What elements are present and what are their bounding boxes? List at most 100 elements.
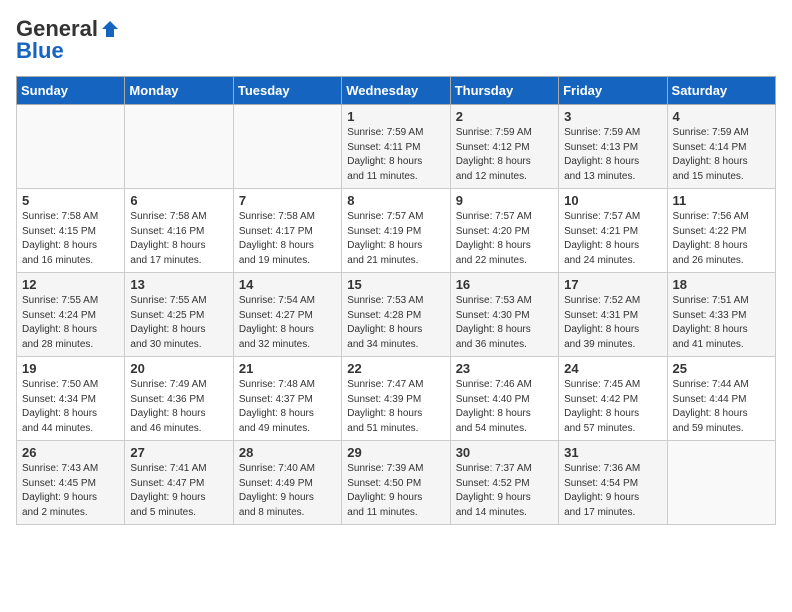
calendar-cell: 4 Sunrise: 7:59 AM Sunset: 4:14 PM Daylig… — [667, 105, 775, 189]
calendar-cell: 22 Sunrise: 7:47 AM Sunset: 4:39 PM Dayli… — [342, 357, 450, 441]
day-number: 17 — [564, 277, 661, 292]
calendar-cell: 16 Sunrise: 7:53 AM Sunset: 4:30 PM Dayli… — [450, 273, 558, 357]
day-info: Sunrise: 7:55 AM Sunset: 4:24 PM Dayligh… — [22, 294, 119, 352]
day-number: 5 — [22, 193, 119, 208]
calendar-cell: 19 Sunrise: 7:50 AM Sunset: 4:34 PM Dayli… — [17, 357, 125, 441]
calendar-cell: 2 Sunrise: 7:59 AM Sunset: 4:12 PM Daylig… — [450, 105, 558, 189]
calendar-cell: 20Sunrise: 7:49 AM Sunset: 4:36 PM Dayli… — [125, 357, 233, 441]
calendar-cell: 27 Sunrise: 7:41 AM Sunset: 4:47 PM Dayli… — [125, 441, 233, 525]
day-number: 19 — [22, 361, 119, 376]
day-number: 18 — [673, 277, 770, 292]
day-number: 29 — [347, 445, 444, 460]
calendar-cell: 11 Sunrise: 7:56 AM Sunset: 4:22 PM Dayli… — [667, 189, 775, 273]
day-info: Sunrise: 7:58 AM Sunset: 4:16 PM Dayligh… — [130, 210, 227, 268]
weekday-header-wednesday: Wednesday — [342, 77, 450, 105]
calendar-cell: 9Sunrise: 7:57 AM Sunset: 4:20 PM Daylig… — [450, 189, 558, 273]
weekday-header-thursday: Thursday — [450, 77, 558, 105]
day-info: Sunrise: 7:57 AM Sunset: 4:21 PM Dayligh… — [564, 210, 661, 268]
calendar-cell — [17, 105, 125, 189]
weekday-header-sunday: Sunday — [17, 77, 125, 105]
logo-blue-text: Blue — [16, 38, 64, 64]
day-info: Sunrise: 7:53 AM Sunset: 4:30 PM Dayligh… — [456, 294, 553, 352]
day-info: Sunrise: 7:43 AM Sunset: 4:45 PM Dayligh… — [22, 462, 119, 520]
day-info: Sunrise: 7:59 AM Sunset: 4:14 PM Dayligh… — [673, 126, 770, 184]
calendar-cell: 25 Sunrise: 7:44 AM Sunset: 4:44 PM Dayli… — [667, 357, 775, 441]
calendar-cell: 23 Sunrise: 7:46 AM Sunset: 4:40 PM Dayli… — [450, 357, 558, 441]
day-info: Sunrise: 7:50 AM Sunset: 4:34 PM Dayligh… — [22, 378, 119, 436]
day-number: 10 — [564, 193, 661, 208]
day-info: Sunrise: 7:45 AM Sunset: 4:42 PM Dayligh… — [564, 378, 661, 436]
day-number: 3 — [564, 109, 661, 124]
day-number: 14 — [239, 277, 336, 292]
day-number: 13 — [130, 277, 227, 292]
day-info: Sunrise: 7:55 AM Sunset: 4:25 PM Dayligh… — [130, 294, 227, 352]
day-number: 6 — [130, 193, 227, 208]
day-info: Sunrise: 7:58 AM Sunset: 4:17 PM Dayligh… — [239, 210, 336, 268]
calendar-cell: 30 Sunrise: 7:37 AM Sunset: 4:52 PM Dayli… — [450, 441, 558, 525]
day-number: 15 — [347, 277, 444, 292]
day-info: Sunrise: 7:41 AM Sunset: 4:47 PM Dayligh… — [130, 462, 227, 520]
calendar-cell: 1 Sunrise: 7:59 AM Sunset: 4:11 PM Daylig… — [342, 105, 450, 189]
calendar-cell: 17 Sunrise: 7:52 AM Sunset: 4:31 PM Dayli… — [559, 273, 667, 357]
day-info: Sunrise: 7:59 AM Sunset: 4:12 PM Dayligh… — [456, 126, 553, 184]
calendar-cell: 26 Sunrise: 7:43 AM Sunset: 4:45 PM Dayli… — [17, 441, 125, 525]
week-row-4: 19 Sunrise: 7:50 AM Sunset: 4:34 PM Dayli… — [17, 357, 776, 441]
day-number: 27 — [130, 445, 227, 460]
header: General Blue — [16, 16, 776, 64]
day-number: 7 — [239, 193, 336, 208]
week-row-2: 5 Sunrise: 7:58 AM Sunset: 4:15 PM Daylig… — [17, 189, 776, 273]
day-number: 30 — [456, 445, 553, 460]
calendar-cell — [233, 105, 341, 189]
day-info: Sunrise: 7:44 AM Sunset: 4:44 PM Dayligh… — [673, 378, 770, 436]
day-number: 31 — [564, 445, 661, 460]
calendar-cell: 10 Sunrise: 7:57 AM Sunset: 4:21 PM Dayli… — [559, 189, 667, 273]
day-number: 26 — [22, 445, 119, 460]
calendar-cell: 3 Sunrise: 7:59 AM Sunset: 4:13 PM Daylig… — [559, 105, 667, 189]
day-number: 16 — [456, 277, 553, 292]
calendar-cell — [125, 105, 233, 189]
calendar-cell: 8Sunrise: 7:57 AM Sunset: 4:19 PM Daylig… — [342, 189, 450, 273]
day-info: Sunrise: 7:57 AM Sunset: 4:20 PM Dayligh… — [456, 210, 553, 268]
day-number: 8 — [347, 193, 444, 208]
calendar-cell: 12 Sunrise: 7:55 AM Sunset: 4:24 PM Dayli… — [17, 273, 125, 357]
weekday-header-friday: Friday — [559, 77, 667, 105]
logo: General Blue — [16, 16, 120, 64]
day-info: Sunrise: 7:59 AM Sunset: 4:11 PM Dayligh… — [347, 126, 444, 184]
day-info: Sunrise: 7:40 AM Sunset: 4:49 PM Dayligh… — [239, 462, 336, 520]
weekday-header-row: SundayMondayTuesdayWednesdayThursdayFrid… — [17, 77, 776, 105]
day-info: Sunrise: 7:58 AM Sunset: 4:15 PM Dayligh… — [22, 210, 119, 268]
calendar-cell: 21 Sunrise: 7:48 AM Sunset: 4:37 PM Dayli… — [233, 357, 341, 441]
day-number: 4 — [673, 109, 770, 124]
weekday-header-saturday: Saturday — [667, 77, 775, 105]
day-number: 2 — [456, 109, 553, 124]
calendar-cell: 24Sunrise: 7:45 AM Sunset: 4:42 PM Dayli… — [559, 357, 667, 441]
day-info: Sunrise: 7:53 AM Sunset: 4:28 PM Dayligh… — [347, 294, 444, 352]
day-info: Sunrise: 7:56 AM Sunset: 4:22 PM Dayligh… — [673, 210, 770, 268]
calendar-cell: 14 Sunrise: 7:54 AM Sunset: 4:27 PM Dayli… — [233, 273, 341, 357]
day-info: Sunrise: 7:49 AM Sunset: 4:36 PM Dayligh… — [130, 378, 227, 436]
day-info: Sunrise: 7:48 AM Sunset: 4:37 PM Dayligh… — [239, 378, 336, 436]
day-info: Sunrise: 7:36 AM Sunset: 4:54 PM Dayligh… — [564, 462, 661, 520]
day-info: Sunrise: 7:47 AM Sunset: 4:39 PM Dayligh… — [347, 378, 444, 436]
day-info: Sunrise: 7:39 AM Sunset: 4:50 PM Dayligh… — [347, 462, 444, 520]
day-number: 21 — [239, 361, 336, 376]
day-info: Sunrise: 7:52 AM Sunset: 4:31 PM Dayligh… — [564, 294, 661, 352]
week-row-1: 1 Sunrise: 7:59 AM Sunset: 4:11 PM Daylig… — [17, 105, 776, 189]
day-number: 12 — [22, 277, 119, 292]
day-number: 25 — [673, 361, 770, 376]
weekday-header-tuesday: Tuesday — [233, 77, 341, 105]
day-info: Sunrise: 7:59 AM Sunset: 4:13 PM Dayligh… — [564, 126, 661, 184]
calendar-cell — [667, 441, 775, 525]
calendar-cell: 18Sunrise: 7:51 AM Sunset: 4:33 PM Dayli… — [667, 273, 775, 357]
day-number: 11 — [673, 193, 770, 208]
day-number: 22 — [347, 361, 444, 376]
calendar-cell: 13 Sunrise: 7:55 AM Sunset: 4:25 PM Dayli… — [125, 273, 233, 357]
day-info: Sunrise: 7:46 AM Sunset: 4:40 PM Dayligh… — [456, 378, 553, 436]
day-info: Sunrise: 7:54 AM Sunset: 4:27 PM Dayligh… — [239, 294, 336, 352]
calendar-table: SundayMondayTuesdayWednesdayThursdayFrid… — [16, 76, 776, 525]
day-info: Sunrise: 7:37 AM Sunset: 4:52 PM Dayligh… — [456, 462, 553, 520]
day-number: 1 — [347, 109, 444, 124]
week-row-5: 26 Sunrise: 7:43 AM Sunset: 4:45 PM Dayli… — [17, 441, 776, 525]
day-number: 23 — [456, 361, 553, 376]
day-number: 28 — [239, 445, 336, 460]
